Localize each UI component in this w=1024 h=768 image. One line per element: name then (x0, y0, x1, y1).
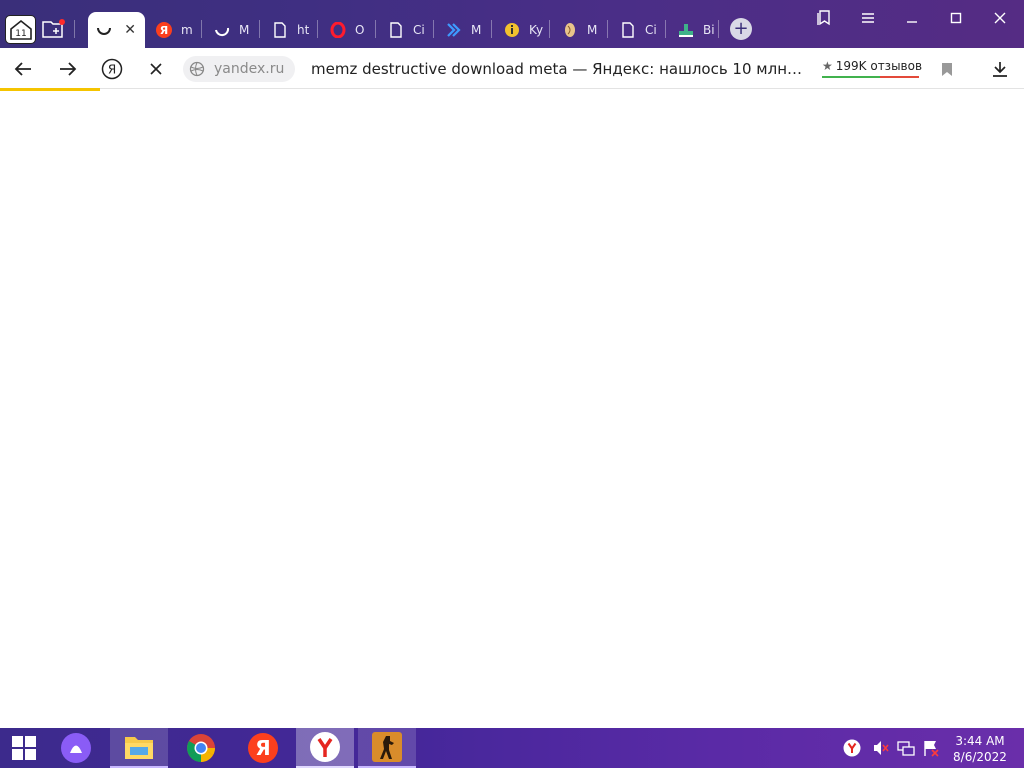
tab-title: M (239, 23, 250, 37)
volume-muted-icon[interactable] (872, 739, 890, 757)
tab-title: m (181, 23, 193, 37)
address-bar-title[interactable]: memz destructive download meta — Яндекс:… (311, 60, 802, 78)
tab-seed[interactable]: M (554, 12, 604, 48)
chart-icon (678, 22, 694, 38)
tab-title: Ky (529, 23, 544, 37)
page-viewport[interactable] (0, 91, 1024, 728)
tab-count-badge: 11 (15, 29, 26, 39)
rating-label: 199K отзывов (835, 59, 923, 73)
windows-logo-icon (12, 736, 36, 760)
tab-page[interactable]: ht (264, 12, 314, 48)
back-button[interactable] (10, 56, 36, 82)
star-icon: ★ (822, 59, 833, 73)
folder-icon (125, 737, 153, 759)
yandex-home-button[interactable]: Я (99, 56, 125, 82)
tab-title: Ci (645, 23, 657, 37)
downloads-button[interactable] (987, 56, 1013, 82)
tab-strip: 11 ✕ Я m M ht O Ci M Ky M Ci Bi + (0, 0, 1024, 48)
system-clock[interactable]: 3:44 AM 8/6/2022 (952, 733, 1008, 765)
tab-info[interactable]: Ky (496, 12, 546, 48)
maximize-button[interactable] (945, 7, 967, 29)
tab-active[interactable]: ✕ (88, 12, 145, 48)
tab-chart[interactable]: Bi (670, 12, 720, 48)
yandex-logo-icon: Я (156, 22, 172, 38)
info-icon (504, 22, 520, 38)
yandex-logo-icon: Я (248, 733, 278, 763)
collections-button[interactable] (813, 7, 835, 29)
taskbar-chrome[interactable] (172, 728, 230, 768)
taskbar-yandex-browser[interactable] (296, 728, 354, 768)
site-rating[interactable]: ★ 199K отзывов (822, 59, 922, 73)
close-window-button[interactable] (989, 7, 1011, 29)
bookmarks-icon (817, 10, 830, 26)
new-folder-icon (42, 19, 65, 38)
download-icon (993, 62, 1007, 77)
arrow-right-icon (60, 62, 77, 76)
bookmark-icon (942, 62, 952, 76)
tab-title: O (355, 23, 365, 37)
tab-manager-button[interactable]: 11 (5, 15, 36, 44)
home-icon: 11 (9, 19, 32, 40)
page-icon (272, 22, 288, 38)
close-icon (150, 63, 162, 75)
rating-bar (822, 76, 919, 78)
hamburger-icon (862, 13, 874, 23)
tray-yandex-icon[interactable] (843, 739, 861, 757)
tab-yandex[interactable]: Я m (148, 12, 198, 48)
page-icon (620, 22, 636, 38)
svg-text:Я: Я (160, 24, 168, 37)
taskbar-yandex[interactable]: Я (234, 728, 292, 768)
tab-title: M (587, 23, 598, 37)
domain-label: yandex.ru (214, 61, 285, 77)
minimize-icon (907, 21, 917, 23)
start-button[interactable] (0, 728, 48, 768)
chrome-icon (187, 734, 215, 762)
close-icon (994, 12, 1006, 24)
maximize-icon (950, 12, 962, 24)
tab-page[interactable]: Ci (612, 12, 662, 48)
svg-text:Я: Я (108, 63, 116, 77)
notification-flag-icon[interactable] (922, 739, 940, 757)
clock-date: 8/6/2022 (953, 750, 1007, 764)
taskbar-counter-strike[interactable] (358, 728, 416, 768)
new-tab-folder-button[interactable] (40, 14, 68, 44)
svg-text:Я: Я (255, 736, 270, 760)
loading-spinner-icon (214, 22, 230, 38)
opera-icon (330, 22, 346, 38)
arrow-left-icon (14, 62, 31, 76)
address-toolbar: Я yandex.ru memz destructive download me… (0, 48, 1024, 89)
site-info-pill[interactable]: yandex.ru (183, 56, 295, 82)
counter-strike-icon (372, 732, 402, 762)
menu-button[interactable] (857, 7, 879, 29)
minimize-button[interactable] (901, 7, 923, 29)
tab-title: Ci (413, 23, 425, 37)
globe-icon (189, 61, 205, 77)
tab-loading[interactable]: M (206, 12, 256, 48)
page-icon (388, 22, 404, 38)
alice-assistant-icon (61, 733, 91, 763)
bookmark-button[interactable] (934, 56, 960, 82)
tab-title: Bi (703, 23, 715, 37)
tab-close-icon[interactable]: ✕ (124, 22, 136, 38)
yandex-browser-icon (310, 732, 340, 762)
clock-time: 3:44 AM (955, 734, 1005, 748)
taskbar-file-explorer[interactable] (110, 728, 168, 768)
stop-loading-button[interactable] (143, 56, 169, 82)
tab-chevrons[interactable]: M (438, 12, 488, 48)
tab-page[interactable]: Ci (380, 12, 430, 48)
loading-spinner-icon (96, 22, 112, 38)
chevrons-icon (446, 22, 462, 38)
tab-title: M (471, 23, 482, 37)
taskbar-alice[interactable] (50, 728, 102, 768)
network-icon[interactable] (897, 739, 915, 757)
yandex-circle-icon: Я (101, 58, 123, 80)
forward-button[interactable] (55, 56, 81, 82)
taskbar: Я 3:44 AM 8/6/2022 (0, 728, 1024, 768)
tab-title: ht (297, 23, 310, 37)
plus-icon: + (733, 18, 749, 39)
tab-opera[interactable]: O (322, 12, 372, 48)
seed-icon (562, 22, 578, 38)
new-tab-button[interactable]: + (730, 18, 752, 40)
